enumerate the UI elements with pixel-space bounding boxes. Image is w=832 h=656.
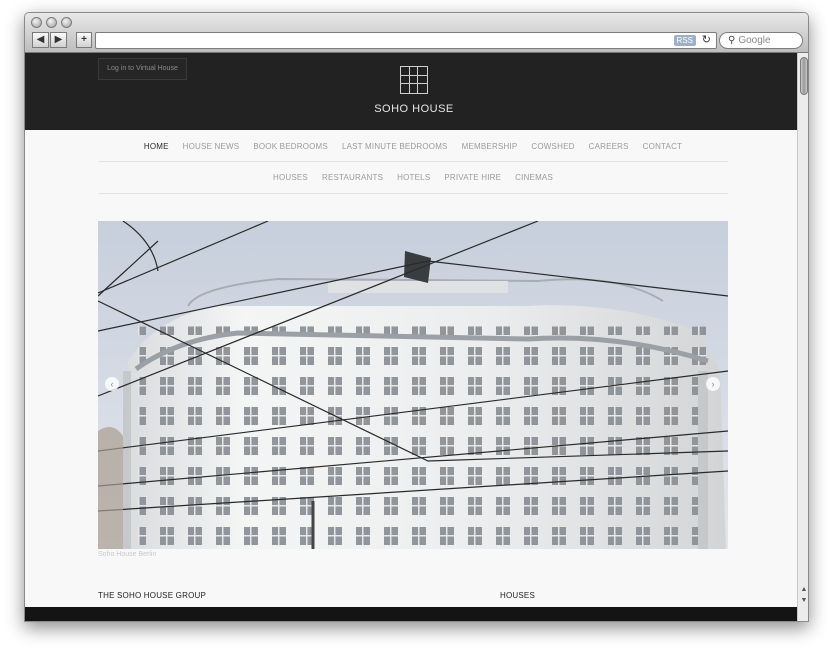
slider-next-icon[interactable]: ›: [706, 377, 720, 391]
slider-prev-icon[interactable]: ‹: [105, 377, 119, 391]
hero-slideshow[interactable]: ‹ ›: [98, 221, 728, 549]
subnav-item-hotels[interactable]: HOTELS: [397, 173, 430, 182]
nav-item-house-news[interactable]: HOUSE NEWS: [183, 142, 240, 151]
search-placeholder: Google: [738, 35, 771, 46]
forward-button[interactable]: ▶: [50, 32, 67, 48]
site-header: Log in to Virtual House SOHO HOUSE: [25, 53, 797, 130]
close-window-icon[interactable]: [31, 17, 42, 28]
brand-title[interactable]: SOHO HOUSE: [355, 103, 473, 115]
nav-item-contact[interactable]: CONTACT: [643, 142, 682, 151]
scroll-up-icon[interactable]: ▲: [799, 585, 808, 594]
subnav-item-private-hire[interactable]: PRIVATE HIRE: [444, 173, 501, 182]
page-content: Log in to Virtual House SOHO HOUSE HOME H…: [25, 53, 797, 621]
browser-search-input[interactable]: ⚲ Google: [719, 32, 803, 49]
grid-logo-icon[interactable]: [400, 66, 428, 94]
nav-item-last-minute-bedrooms[interactable]: LAST MINUTE BEDROOMS: [342, 142, 448, 151]
back-button[interactable]: ◀: [32, 32, 49, 48]
scroll-thumb[interactable]: [800, 57, 808, 95]
vertical-scrollbar[interactable]: ▲ ▼: [797, 53, 808, 621]
nav-divider: [98, 161, 728, 162]
nav-item-home[interactable]: HOME: [144, 142, 169, 151]
subnav-item-restaurants[interactable]: RESTAURANTS: [322, 173, 383, 182]
sub-nav: HOUSES RESTAURANTS HOTELS PRIVATE HIRE CINEM…: [98, 173, 728, 182]
subnav-item-cinemas[interactable]: CINEMAS: [515, 173, 553, 182]
hotel-building-photo: [98, 221, 728, 549]
main-nav: HOME HOUSE NEWS BOOK BEDROOMS LAST MINUTE B…: [98, 142, 728, 151]
subnav-item-houses[interactable]: HOUSES: [273, 173, 308, 182]
reload-icon[interactable]: ↻: [702, 33, 711, 48]
zoom-window-icon[interactable]: [61, 17, 72, 28]
nav-divider: [98, 193, 728, 194]
browser-window: ◀ ▶ + RSS ↻ ⚲ Google Log in to Virtual Ho…: [24, 12, 809, 622]
new-tab-button[interactable]: +: [76, 32, 92, 48]
hero-caption: Soho House Berlin: [98, 551, 157, 558]
browser-toolbar: ◀ ▶ + RSS ↻ ⚲ Google: [25, 13, 808, 53]
rss-icon[interactable]: RSS: [673, 35, 696, 46]
minimize-window-icon[interactable]: [46, 17, 57, 28]
address-bar[interactable]: RSS ↻: [95, 32, 717, 49]
nav-item-membership[interactable]: MEMBERSHIP: [462, 142, 518, 151]
search-icon: ⚲: [728, 35, 736, 46]
scroll-down-icon[interactable]: ▼: [799, 596, 808, 605]
login-link[interactable]: Log in to Virtual House: [98, 58, 187, 80]
footer-bar: [25, 607, 797, 621]
nav-item-careers[interactable]: CAREERS: [589, 142, 629, 151]
nav-item-cowshed[interactable]: COWSHED: [531, 142, 574, 151]
nav-item-book-bedrooms[interactable]: BOOK BEDROOMS: [253, 142, 328, 151]
houses-heading: HOUSES: [500, 591, 535, 600]
group-heading: THE SOHO HOUSE GROUP: [98, 591, 207, 600]
